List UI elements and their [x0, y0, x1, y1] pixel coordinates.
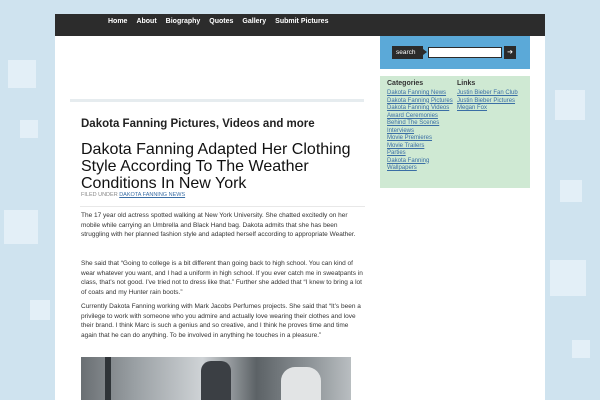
image-detail: [201, 361, 231, 400]
category-link[interactable]: Dakota Fanning Videos: [387, 105, 459, 113]
category-link[interactable]: Award Ceremonies: [387, 113, 459, 121]
category-link[interactable]: Behind The Scenes: [387, 120, 459, 128]
nav-item-quotes[interactable]: Quotes: [209, 18, 233, 25]
header-divider: [70, 99, 364, 102]
blogroll-link[interactable]: Justin Bieber Pictures: [457, 98, 529, 106]
meta-divider: [80, 206, 365, 207]
search-submit-arrow-icon[interactable]: ➔: [504, 46, 516, 59]
image-detail: [105, 357, 111, 400]
search-label: search: [392, 46, 423, 59]
post-paragraph: The 17 year old actress spotted walking …: [81, 212, 356, 238]
background-tile: [550, 260, 586, 296]
search-input[interactable]: [428, 47, 502, 58]
search-label-arrow: [423, 49, 427, 55]
background-tile: [560, 180, 582, 202]
background-tile: [4, 210, 38, 244]
post-category-link[interactable]: DAKOTA FANNING NEWS: [119, 192, 185, 198]
background-tile: [555, 90, 585, 120]
nav-item-submit-pictures[interactable]: Submit Pictures: [275, 18, 328, 25]
nav-item-biography[interactable]: Biography: [166, 18, 201, 25]
category-link[interactable]: Interviews: [387, 128, 459, 136]
blogroll-link[interactable]: Megan Fox: [457, 105, 529, 113]
image-detail: [281, 367, 321, 400]
background-tile: [30, 300, 50, 320]
main-nav: Home About Biography Quotes Gallery Subm…: [108, 18, 328, 25]
links-widget: Links Justin Bieber Fan Club Justin Bieb…: [457, 80, 529, 113]
background-tile: [8, 60, 36, 88]
category-link[interactable]: Movie Premieres: [387, 135, 459, 143]
nav-item-home[interactable]: Home: [108, 18, 127, 25]
categories-heading: Categories: [387, 80, 424, 87]
nav-item-gallery[interactable]: Gallery: [242, 18, 266, 25]
background-tile: [20, 120, 38, 138]
nav-item-about[interactable]: About: [136, 18, 156, 25]
filed-under-label: FILED UNDER: [81, 192, 118, 198]
category-link[interactable]: Dakota Fanning News: [387, 90, 459, 98]
blogroll-link[interactable]: Justin Bieber Fan Club: [457, 90, 529, 98]
categories-widget: Categories Dakota Fanning News Dakota Fa…: [387, 80, 459, 173]
category-link[interactable]: Dakota Fanning Wallpapers: [387, 158, 459, 173]
post-meta: FILED UNDER DAKOTA FANNING NEWS: [81, 192, 185, 198]
top-navigation-bar: Home About Biography Quotes Gallery Subm…: [55, 14, 545, 36]
category-link[interactable]: Parties: [387, 150, 459, 158]
background-tile: [572, 340, 590, 358]
category-link[interactable]: Dakota Fanning Pictures: [387, 98, 459, 106]
search-form: search ➔: [392, 46, 516, 59]
sidebar-lists: Categories Dakota Fanning News Dakota Fa…: [380, 76, 530, 188]
links-heading: Links: [457, 80, 476, 87]
category-link[interactable]: Movie Trailers: [387, 143, 459, 151]
site-title[interactable]: Dakota Fanning Pictures, Videos and more: [81, 118, 315, 130]
post-image[interactable]: [81, 357, 351, 400]
post-paragraph: Currently Dakota Fanning working with Ma…: [81, 303, 361, 339]
post-title[interactable]: Dakota Fanning Adapted Her Clothing Styl…: [81, 141, 366, 192]
post-paragraph: She said that “Going to college is a bit…: [81, 260, 363, 296]
